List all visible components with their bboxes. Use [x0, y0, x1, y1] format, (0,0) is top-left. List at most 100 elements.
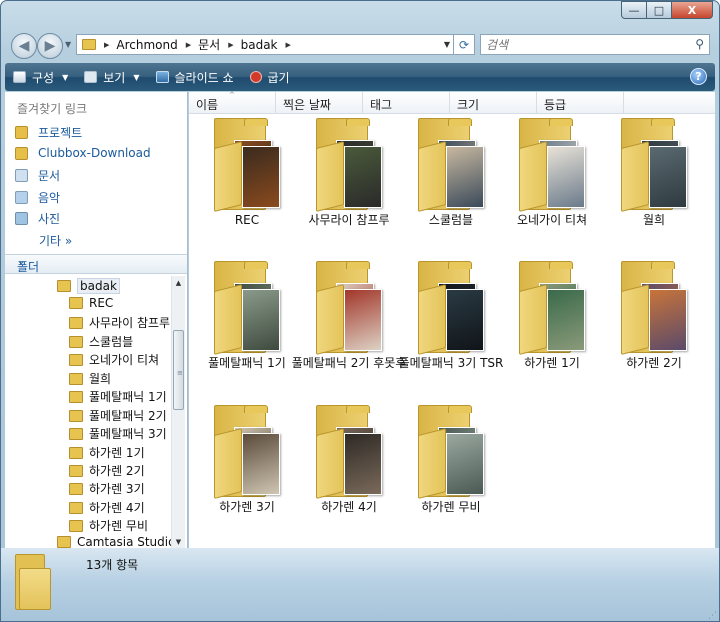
views-button[interactable]: 보기 ▼ [76, 63, 147, 91]
burn-disc-icon [249, 71, 262, 83]
fav-link-documents[interactable]: 문서 [15, 167, 60, 184]
tree-node-label: 사무라이 참프루 [89, 316, 171, 330]
tree-node-label: REC [89, 296, 114, 310]
tree-node-badak[interactable]: badak [57, 278, 120, 294]
folders-header[interactable]: 폴더 ⌄ [5, 254, 187, 274]
music-icon [15, 191, 28, 204]
tree-node-label: 하가렌 4기 [89, 501, 145, 515]
folder-thumbnail-icon [418, 261, 484, 355]
tree-node-label: 스쿨럼블 [89, 335, 134, 349]
column-name[interactable]: 이름 [196, 96, 218, 113]
folder-icon [69, 372, 83, 385]
fav-link-label: 문서 [38, 169, 61, 183]
breadcrumb-item[interactable]: badak [241, 38, 278, 52]
slideshow-button[interactable]: 슬라이드 쇼 [148, 63, 242, 91]
folder-thumbnail-icon [621, 261, 687, 355]
slideshow-label: 슬라이드 쇼 [174, 70, 234, 85]
folder-icon [69, 316, 83, 329]
resize-grip-icon[interactable]: ⋰ [708, 611, 717, 621]
column-divider[interactable] [449, 92, 450, 114]
tree-node[interactable]: 풀메탈패닉 2기 [69, 407, 167, 424]
favorite-links-header: 즐겨찾기 링크 [17, 102, 88, 116]
magnifier-icon[interactable]: ⚲ [695, 37, 704, 51]
fav-link-label: Clubbox-Download [38, 146, 151, 160]
more-links[interactable]: 기타 » [39, 232, 72, 249]
close-button[interactable]: X [671, 1, 713, 19]
minimize-button[interactable]: — [621, 1, 646, 19]
column-tags[interactable]: 태그 [370, 96, 392, 113]
chevron-down-icon: ▼ [62, 72, 69, 82]
scroll-up-arrow-icon[interactable]: ▲ [172, 276, 185, 289]
column-divider[interactable] [275, 92, 276, 114]
maximize-button[interactable]: □ [646, 1, 671, 19]
tree-node[interactable]: REC [69, 296, 113, 310]
folder-icon [15, 146, 28, 160]
tree-node[interactable]: 풀메탈패닉 1기 [69, 388, 167, 405]
scroll-down-arrow-icon[interactable]: ▼ [172, 535, 185, 548]
tree-node-label: 풀메탈패닉 2기 [89, 409, 167, 423]
burn-button[interactable]: 굽기 [242, 63, 298, 91]
folder-tree: badak REC 사무라이 참프루 스쿨럼블 오네가이 티쳐 월희 풀메탈패닉… [5, 276, 171, 548]
window-controls: — □ X [621, 1, 713, 19]
burn-label: 굽기 [267, 70, 290, 85]
fav-link-music[interactable]: 음악 [15, 189, 60, 206]
chevron-right-icon: ▶ [104, 40, 110, 49]
folder-icon [69, 427, 83, 440]
tree-node[interactable]: 스쿨럼블 [69, 333, 133, 350]
tree-node-label: 풀메탈패닉 3기 [89, 427, 167, 441]
address-dropdown-button[interactable]: ▼ [444, 40, 450, 49]
search-input[interactable] [486, 37, 686, 52]
tree-node-label: 풀메탈패닉 1기 [89, 390, 167, 404]
column-divider[interactable] [623, 92, 624, 114]
breadcrumb-item[interactable]: 문서 [198, 36, 220, 53]
breadcrumb: ▶ Archmond ▶ 문서 ▶ badak ▶ [96, 36, 298, 53]
breadcrumb-item[interactable]: Archmond [116, 38, 177, 52]
fav-link-pictures[interactable]: 사진 [15, 210, 60, 227]
tree-node-label: 하가렌 1기 [89, 446, 145, 460]
tree-node[interactable]: 사무라이 참프루 [69, 314, 170, 331]
folder-icon [69, 464, 83, 477]
address-bar[interactable]: ▶ Archmond ▶ 문서 ▶ badak ▶ ▼ ⟳ [76, 34, 475, 55]
fav-link-clubbox[interactable]: Clubbox-Download [15, 146, 151, 160]
folder-thumbnail-icon [418, 118, 484, 212]
recent-pages-dropdown[interactable]: ▼ [65, 40, 71, 49]
tree-node[interactable]: Camtasia Studio [57, 535, 171, 548]
tree-node[interactable]: 하가렌 4기 [69, 499, 145, 516]
column-size[interactable]: 크기 [457, 96, 479, 113]
folder-icon [69, 297, 83, 309]
tree-node-label: 하가렌 2기 [89, 464, 145, 478]
tree-node[interactable]: 하가렌 1기 [69, 444, 145, 461]
chevron-right-icon: ▶ [285, 40, 291, 49]
column-date-taken[interactable]: 찍은 날짜 [283, 96, 331, 113]
arrow-left-icon: ◀ [18, 38, 30, 54]
column-headers: 이름 ^ 찍은 날짜 태그 크기 등급 [189, 91, 715, 114]
scrollbar-thumb[interactable]: ≡ [173, 330, 184, 410]
chevron-down-icon: ⌄ [17, 256, 26, 267]
pictures-icon [15, 212, 28, 225]
tree-node[interactable]: 하가렌 3기 [69, 480, 145, 497]
folder-thumbnail-icon [316, 118, 382, 212]
folder-item-label: 월희 [642, 213, 666, 227]
column-rating[interactable]: 등급 [544, 96, 566, 113]
column-divider[interactable] [362, 92, 363, 114]
tree-node[interactable]: 오네가이 티쳐 [69, 351, 159, 368]
fav-link-label: 음악 [38, 191, 61, 205]
help-button[interactable]: ? [690, 68, 707, 85]
column-divider[interactable] [536, 92, 537, 114]
refresh-button[interactable]: ⟳ [453, 34, 474, 55]
tree-node[interactable]: 풀메탈패닉 3기 [69, 425, 167, 442]
organize-button[interactable]: 구성 ▼ [5, 63, 76, 91]
folder-tree-scrollbar[interactable]: ▲ ≡ ▼ [171, 276, 185, 548]
back-button[interactable]: ◀ [11, 33, 37, 59]
chevron-down-icon: ▼ [133, 72, 140, 82]
tree-node[interactable]: 하가렌 무비 [69, 517, 148, 534]
tree-node[interactable]: 월희 [69, 370, 111, 387]
sort-ascending-icon: ^ [229, 91, 235, 99]
tree-node-label: 월희 [89, 372, 112, 386]
folder-thumbnail-icon [214, 261, 280, 355]
fav-link-project[interactable]: 프로젝트 [15, 124, 82, 141]
tree-node[interactable]: 하가렌 2기 [69, 462, 145, 479]
forward-button[interactable]: ▶ [37, 33, 63, 59]
folder-thumbnail-icon [621, 118, 687, 212]
folder-icon [69, 501, 83, 514]
